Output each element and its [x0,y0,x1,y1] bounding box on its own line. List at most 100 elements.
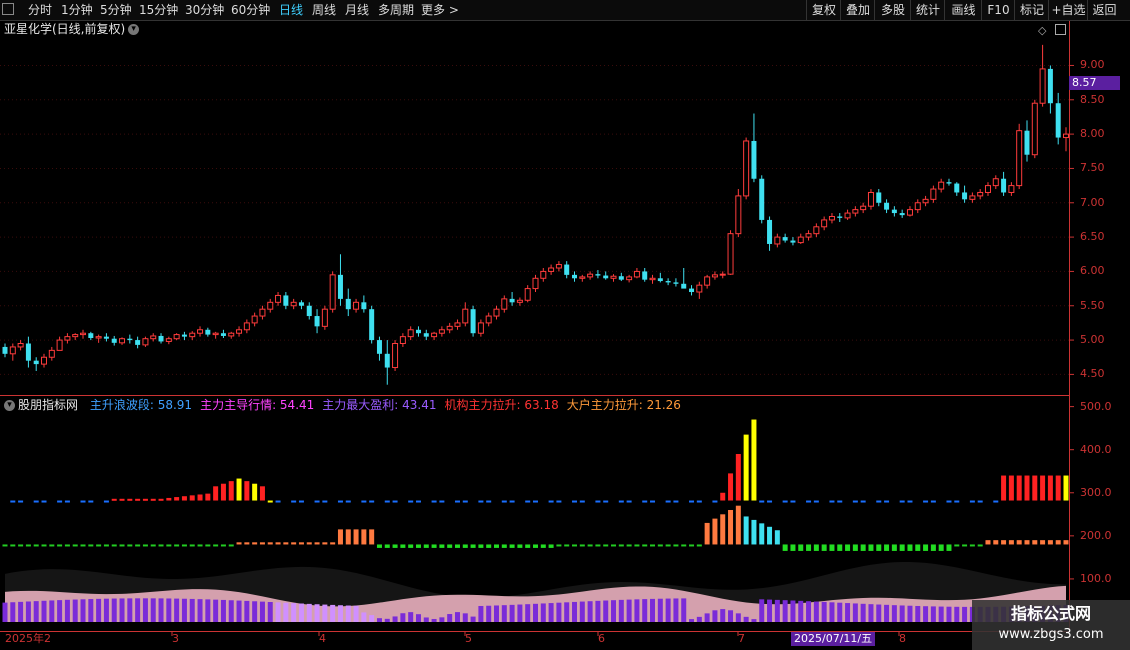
indicator-legend-item: 大户主力拉升: 21.26 [566,398,681,412]
indicator-bar [431,618,437,622]
price-chart[interactable] [0,0,1130,650]
indicator-bar [470,544,476,548]
candle-body [852,209,859,214]
candle-body [431,332,438,338]
indicator-bar [291,603,297,622]
indicator-bar [88,500,94,503]
time-axis-label: 5 [465,632,472,645]
candle-body [735,195,742,235]
candle-body [189,332,196,338]
indicator-bar [166,598,172,622]
indicator-bar [1055,475,1061,501]
candle-body [80,332,87,336]
indicator-bar [618,599,624,622]
candle-body [1024,130,1030,155]
indicator-bar [369,529,375,545]
indicator-bar [603,544,609,547]
indicator-bar [533,544,538,548]
candle-body [938,181,945,190]
candle-body [977,191,984,197]
candle-body [727,233,734,275]
indicator-bar [33,500,39,503]
indicator-bar [236,600,242,622]
indicator-bar [1032,540,1038,545]
indicator-bar [509,604,515,622]
indicator-bar [923,500,929,503]
indicator-bar [696,500,702,503]
indicator-bar [751,419,757,501]
indicator-bar [283,602,289,622]
indicator-bar [181,496,187,501]
indicator-bar [337,605,343,622]
indicator-bar [696,544,702,547]
candle-body [25,343,31,361]
indicator-bar [767,500,773,503]
indicator-bar [220,599,226,622]
indicator-bar [439,544,445,548]
indicator-bar [478,605,484,622]
indicator-bar [665,500,671,503]
indicator-bar [119,498,125,501]
indicator-bar [735,505,741,545]
candle-body [197,329,204,334]
indicator-bar [96,598,102,622]
indicator-bar [150,544,156,547]
indicator-bar [252,542,258,545]
indicator-bar [384,500,390,503]
candle-body [243,322,250,331]
candle-body [524,288,531,301]
indicator-bar [213,599,219,622]
indicator-bar [10,544,16,547]
candle-body [48,349,55,358]
indicator-bar [868,604,874,622]
time-axis-label: 8 [899,632,906,645]
indicator-bar [533,603,538,622]
candle-body [236,329,243,334]
indicator-bar [127,598,133,622]
indicator-bar [884,544,890,551]
indicator-bar [345,605,351,622]
indicator-bar [759,523,765,545]
candle-body [626,276,633,281]
candle-body [150,335,157,340]
indicator-bar [447,614,453,622]
indicator-bar [657,598,663,622]
indicator-bar [1001,540,1007,545]
indicator-bar [650,500,656,503]
indicator-bar [930,500,936,503]
candle-body [329,274,336,310]
indicator-bar [119,544,125,547]
candle-body [275,294,282,303]
indicator-bar [400,544,406,548]
indicator-bar [650,598,656,622]
price-axis-label: 6.50 [1080,230,1105,244]
indicator-bar [790,600,796,622]
indicator-bar [158,498,164,501]
indicator-bar [2,602,8,622]
indicator-bar [634,599,640,622]
indicator-bar [306,542,312,545]
indicator-bar [244,542,250,545]
indicator-bar [501,500,507,503]
candle-body [649,277,656,281]
candle-body [17,343,24,348]
candle-body [111,338,117,343]
time-axis-label: 2025年2 [5,632,51,645]
indicator-bar [2,544,8,547]
candle-body [790,240,796,243]
indicator-bar [275,500,281,503]
indicator-bar [1040,475,1046,501]
chevron-down-icon[interactable]: ▾ [4,400,15,411]
indicator-bar [408,544,414,548]
indicator-bar [64,599,70,622]
indicator-bar [337,500,343,503]
indicator-bar [681,598,687,622]
indicator-bar [111,498,117,501]
indicator-bar [103,500,109,503]
indicator-bar [174,544,180,547]
candle-body [1001,178,1007,193]
indicator-bar [478,500,484,503]
indicator-bar [361,529,367,545]
indicator-bar [954,544,960,547]
indicator-bar [790,544,796,551]
